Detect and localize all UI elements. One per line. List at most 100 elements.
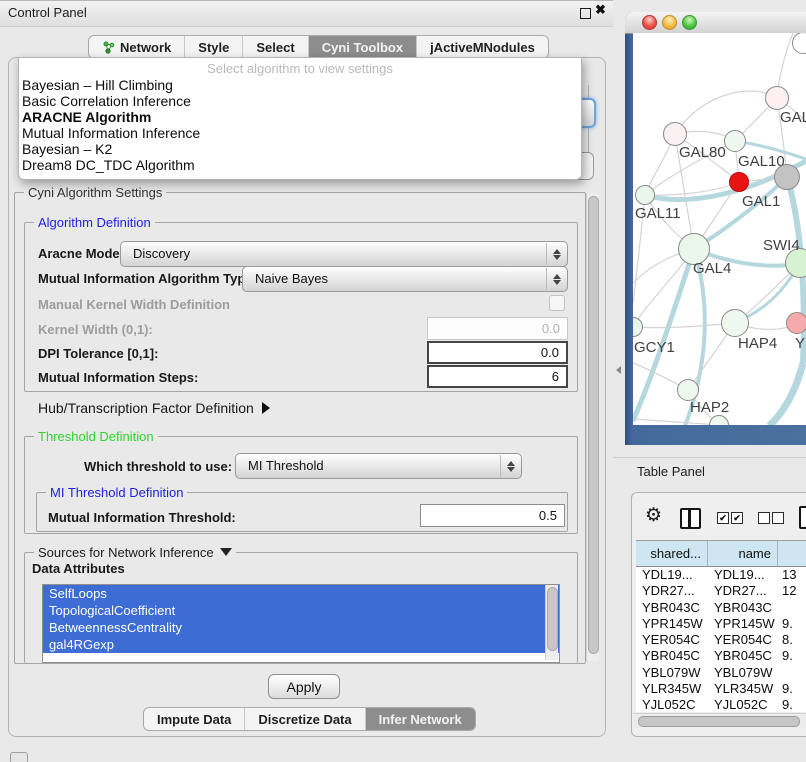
node-unlabeled[interactable]	[792, 33, 806, 54]
network-canvas[interactable]: GALGAL80GAL10GAL1GAL11GAL4SWI4GCY1HAP4YH…	[633, 33, 806, 425]
table-row[interactable]: YBR045CYBR045C9.	[636, 648, 806, 664]
table-row[interactable]: YER054CYER054C8.	[636, 632, 806, 648]
data-attributes-list[interactable]: SelfLoopsTopologicalCoefficientBetweenne…	[42, 584, 560, 663]
node-unlabeled[interactable]	[709, 415, 729, 425]
close-icon[interactable]: ✖	[595, 2, 606, 18]
checked-box-icon[interactable]: ✔	[717, 512, 729, 524]
attribute-item[interactable]: SelfLoops	[43, 585, 559, 602]
mi-type-value: Naive Bayes	[255, 271, 328, 286]
table-hscrollbar-thumb[interactable]	[638, 716, 800, 727]
table-cell: YDL19...	[708, 567, 778, 583]
tab-jactivemnodules[interactable]: jActiveMNodules	[417, 36, 548, 58]
tab-select[interactable]: Select	[243, 36, 308, 58]
algorithm-option[interactable]: Dream8 DC_TDC Algorithm	[22, 157, 578, 173]
table-cell: YBL079W	[708, 665, 778, 681]
expanded-arrow-icon[interactable]	[220, 548, 232, 556]
node-y[interactable]	[786, 312, 806, 334]
apply-button[interactable]: Apply	[268, 674, 340, 699]
close-traffic-light-icon[interactable]	[642, 15, 657, 30]
tab-impute-data[interactable]: Impute Data	[144, 708, 245, 730]
tab-network[interactable]: Network	[89, 36, 185, 58]
aracne-mode-select[interactable]: Discovery	[120, 241, 568, 267]
mi-type-select[interactable]: Naive Bayes	[242, 266, 568, 292]
node-gal11[interactable]	[635, 185, 655, 205]
attribute-item[interactable]: TopologicalCoefficient	[43, 602, 559, 619]
node-label: HAP4	[738, 335, 777, 352]
table-row[interactable]: YLR345WYLR345W9.	[636, 681, 806, 697]
tab-style[interactable]: Style	[185, 36, 243, 58]
column-header-name[interactable]: name	[708, 541, 778, 566]
table-row[interactable]: YBL079WYBL079W	[636, 665, 806, 681]
table-row[interactable]: YPR145WYPR145W9.	[636, 616, 806, 632]
zoom-traffic-light-icon[interactable]	[682, 15, 697, 30]
unchecked-box-icon[interactable]	[772, 512, 784, 524]
table-cell: YBL079W	[636, 665, 708, 681]
kernel-width-input[interactable]: 0.0	[427, 317, 568, 340]
sources-legend[interactable]: Sources for Network Inference	[34, 545, 236, 560]
node-gal10[interactable]	[724, 130, 746, 152]
which-threshold-select[interactable]: MI Threshold	[235, 453, 522, 479]
attribute-item[interactable]: gal4RGexp	[43, 636, 559, 653]
bottom-tab-bar: Impute DataDiscretize DataInfer Network	[143, 707, 476, 731]
table-row[interactable]: YJL052CYJL052C9.	[636, 697, 806, 712]
collapsed-arrow-icon[interactable]	[262, 402, 270, 414]
column-header-shared...[interactable]: shared...	[636, 541, 708, 566]
node-table[interactable]: shared...nameA YDL19...YDL19...13YDR27..…	[636, 540, 806, 712]
attributes-scrollbar-thumb[interactable]	[547, 587, 558, 651]
algorithm-option[interactable]: ARACNE Algorithm	[22, 109, 578, 125]
table-body[interactable]: YDL19...YDL19...13YDR27...YDR27...12YBR0…	[636, 567, 806, 712]
manual-kernel-checkbox[interactable]	[549, 295, 565, 311]
tab-cyni-toolbox[interactable]: Cyni Toolbox	[309, 36, 417, 58]
table-row[interactable]: YDL19...YDL19...13	[636, 567, 806, 583]
algorithm-popup-placeholder: Select algorithm to view settings	[19, 61, 581, 76]
attributes-scrollbar[interactable]	[545, 585, 558, 660]
table-row[interactable]: YDR27...YDR27...12	[636, 583, 806, 599]
algorithm-option[interactable]: Bayesian – Hill Climbing	[22, 77, 578, 93]
algorithm-option[interactable]: Bayesian – K2	[22, 141, 578, 157]
splitter-handle-icon[interactable]	[616, 366, 621, 374]
settings-scrollbar[interactable]	[586, 193, 599, 661]
algorithm-option[interactable]: Mutual Information Inference	[22, 125, 578, 141]
hub-definition-toggle[interactable]: Hub/Transcription Factor Definition	[38, 400, 270, 416]
kernel-width-label: Kernel Width (0,1):	[38, 322, 153, 337]
gear-icon[interactable]: ⚙	[645, 506, 662, 525]
settings-scrollbar-thumb[interactable]	[588, 196, 599, 654]
unchecked-box-icon[interactable]	[758, 512, 770, 524]
control-panel-titlebar[interactable]: Control Panel ✖	[0, 0, 613, 27]
node-gcy1[interactable]	[633, 317, 643, 337]
dpi-tolerance-input[interactable]: 0.0	[427, 341, 568, 364]
table-row[interactable]: YBR043CYBR043C	[636, 600, 806, 616]
node-gal[interactable]	[765, 86, 789, 110]
bottom-left-button-fragment[interactable]	[10, 752, 28, 762]
mi-threshold-input[interactable]: 0.5	[420, 504, 565, 527]
table-cell: YER054C	[636, 632, 708, 648]
mi-steps-input[interactable]: 6	[427, 365, 568, 388]
tab-discretize-data[interactable]: Discretize Data	[245, 708, 365, 730]
table-hscrollbar[interactable]	[633, 713, 806, 728]
panel-divider	[613, 457, 806, 458]
float-window-icon[interactable]	[580, 8, 591, 19]
table-cell: YDR27...	[636, 583, 708, 599]
minimize-traffic-light-icon[interactable]	[662, 15, 677, 30]
node-gal80[interactable]	[663, 122, 687, 146]
document-icon[interactable]	[799, 506, 806, 529]
algorithm-option[interactable]: Basic Correlation Inference	[22, 93, 578, 109]
table-header-row[interactable]: shared...nameA	[636, 540, 806, 567]
attribute-item[interactable]: BetweennessCentrality	[43, 619, 559, 636]
table-cell: YBR045C	[708, 648, 778, 664]
checked-box-icon[interactable]: ✔	[731, 512, 743, 524]
node-hap2[interactable]	[677, 379, 699, 401]
node-unlabeled[interactable]	[774, 164, 800, 190]
tab-label: Style	[198, 40, 229, 55]
tab-label: Cyni Toolbox	[322, 40, 403, 55]
columns-icon[interactable]	[680, 508, 701, 529]
network-window-titlebar[interactable]	[625, 12, 806, 34]
node-gal1[interactable]	[729, 172, 749, 192]
table-cell: YBR045C	[636, 648, 708, 664]
tab-infer-network[interactable]: Infer Network	[366, 708, 475, 730]
node-hap4[interactable]	[721, 309, 749, 337]
stepper-icon	[546, 243, 566, 265]
table-cell: 12	[778, 583, 806, 599]
sources-title: Sources for Network Inference	[38, 545, 214, 560]
column-header-A[interactable]: A	[778, 541, 806, 566]
